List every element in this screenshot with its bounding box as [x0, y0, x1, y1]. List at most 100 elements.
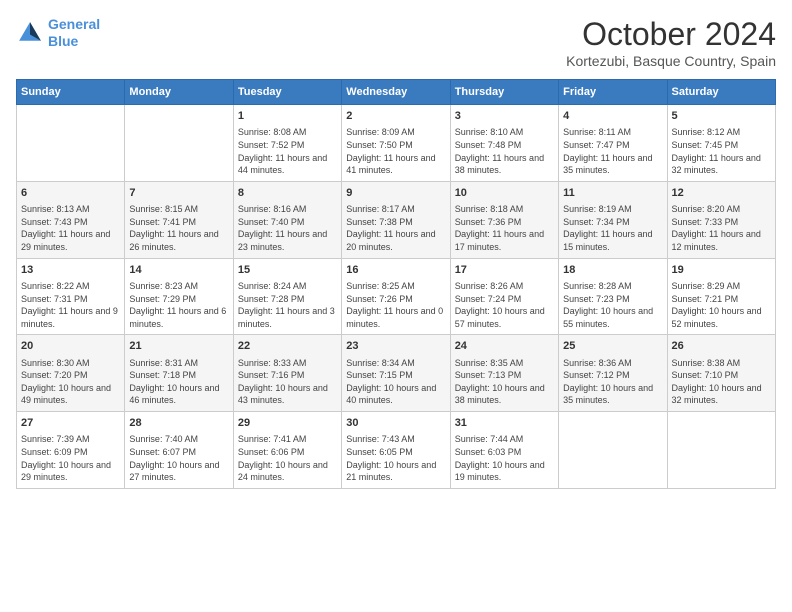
day-info: Sunrise: 7:40 AM Sunset: 6:07 PM Dayligh… [129, 433, 228, 483]
calendar-cell: 28Sunrise: 7:40 AM Sunset: 6:07 PM Dayli… [125, 412, 233, 489]
calendar-cell [667, 412, 775, 489]
day-number: 8 [238, 186, 337, 201]
col-header-thursday: Thursday [450, 80, 558, 105]
logo-text: General Blue [48, 16, 100, 50]
page-header: General Blue October 2024 Kortezubi, Bas… [16, 16, 776, 69]
calendar-cell: 15 Sunrise: 8:24 AM Sunset: 7:28 PM Dayli… [233, 258, 341, 335]
calendar-cell: 8Sunrise: 8:16 AM Sunset: 7:40 PM Daylig… [233, 181, 341, 258]
day-number: 29 [238, 416, 337, 431]
calendar-cell: 27 Sunrise: 7:39 AM Sunset: 6:09 PM Dayli… [17, 412, 125, 489]
calendar-cell: 7 Sunrise: 8:15 AM Sunset: 7:41 PM Daylig… [125, 181, 233, 258]
logo: General Blue [16, 16, 100, 50]
day-info: Sunrise: 8:10 AM Sunset: 7:48 PM Dayligh… [455, 126, 554, 176]
col-header-monday: Monday [125, 80, 233, 105]
day-info: Sunrise: 8:31 AM Sunset: 7:18 PM Dayligh… [129, 357, 228, 407]
day-number: 7 [129, 186, 228, 201]
calendar-cell: 4 Sunrise: 8:11 AM Sunset: 7:47 PM Daylig… [559, 105, 667, 182]
calendar-week-row: 20Sunrise: 8:30 AM Sunset: 7:20 PM Dayli… [17, 335, 776, 412]
calendar-cell: 5Sunrise: 8:12 AM Sunset: 7:45 PM Daylig… [667, 105, 775, 182]
day-info: Sunrise: 7:43 AM Sunset: 6:05 PM Dayligh… [346, 433, 445, 483]
calendar-cell: 30 Sunrise: 7:43 AM Sunset: 6:05 PM Dayli… [342, 412, 450, 489]
day-number: 2 [346, 109, 445, 124]
calendar-cell: 6Sunrise: 8:13 AM Sunset: 7:43 PM Daylig… [17, 181, 125, 258]
day-number: 22 [238, 339, 337, 354]
day-number: 16 [346, 263, 445, 278]
day-info: Sunrise: 8:12 AM Sunset: 7:45 PM Dayligh… [672, 126, 771, 176]
calendar-cell: 22 Sunrise: 8:33 AM Sunset: 7:16 PM Dayli… [233, 335, 341, 412]
day-number: 6 [21, 186, 120, 201]
day-info: Sunrise: 8:19 AM Sunset: 7:34 PM Dayligh… [563, 203, 662, 253]
day-number: 18 [563, 263, 662, 278]
calendar-cell: 10Sunrise: 8:18 AM Sunset: 7:36 PM Dayli… [450, 181, 558, 258]
day-info: Sunrise: 8:29 AM Sunset: 7:21 PM Dayligh… [672, 280, 771, 330]
day-number: 30 [346, 416, 445, 431]
calendar-cell [125, 105, 233, 182]
col-header-sunday: Sunday [17, 80, 125, 105]
calendar-week-row: 1Sunrise: 8:08 AM Sunset: 7:52 PM Daylig… [17, 105, 776, 182]
calendar-cell: 20Sunrise: 8:30 AM Sunset: 7:20 PM Dayli… [17, 335, 125, 412]
day-number: 23 [346, 339, 445, 354]
calendar-cell: 18 Sunrise: 8:28 AM Sunset: 7:23 PM Dayli… [559, 258, 667, 335]
calendar-cell: 12Sunrise: 8:20 AM Sunset: 7:33 PM Dayli… [667, 181, 775, 258]
day-number: 19 [672, 263, 771, 278]
day-info: Sunrise: 8:24 AM Sunset: 7:28 PM Dayligh… [238, 280, 337, 330]
day-number: 24 [455, 339, 554, 354]
day-info: Sunrise: 8:22 AM Sunset: 7:31 PM Dayligh… [21, 280, 120, 330]
col-header-saturday: Saturday [667, 80, 775, 105]
col-header-wednesday: Wednesday [342, 80, 450, 105]
day-info: Sunrise: 8:23 AM Sunset: 7:29 PM Dayligh… [129, 280, 228, 330]
calendar-cell: 26 Sunrise: 8:38 AM Sunset: 7:10 PM Dayli… [667, 335, 775, 412]
day-info: Sunrise: 8:34 AM Sunset: 7:15 PM Dayligh… [346, 357, 445, 407]
day-info: Sunrise: 8:20 AM Sunset: 7:33 PM Dayligh… [672, 203, 771, 253]
day-info: Sunrise: 8:09 AM Sunset: 7:50 PM Dayligh… [346, 126, 445, 176]
calendar-cell: 3Sunrise: 8:10 AM Sunset: 7:48 PM Daylig… [450, 105, 558, 182]
calendar-cell: 9Sunrise: 8:17 AM Sunset: 7:38 PM Daylig… [342, 181, 450, 258]
day-number: 11 [563, 186, 662, 201]
day-info: Sunrise: 8:15 AM Sunset: 7:41 PM Dayligh… [129, 203, 228, 253]
day-number: 9 [346, 186, 445, 201]
calendar-cell: 13 Sunrise: 8:22 AM Sunset: 7:31 PM Dayli… [17, 258, 125, 335]
calendar-cell: 24 Sunrise: 8:35 AM Sunset: 7:13 PM Dayli… [450, 335, 558, 412]
day-info: Sunrise: 8:26 AM Sunset: 7:24 PM Dayligh… [455, 280, 554, 330]
day-number: 10 [455, 186, 554, 201]
day-number: 27 [21, 416, 120, 431]
col-header-friday: Friday [559, 80, 667, 105]
calendar-table: SundayMondayTuesdayWednesdayThursdayFrid… [16, 79, 776, 489]
calendar-week-row: 6Sunrise: 8:13 AM Sunset: 7:43 PM Daylig… [17, 181, 776, 258]
day-info: Sunrise: 8:38 AM Sunset: 7:10 PM Dayligh… [672, 357, 771, 407]
day-info: Sunrise: 7:39 AM Sunset: 6:09 PM Dayligh… [21, 433, 120, 483]
calendar-week-row: 27 Sunrise: 7:39 AM Sunset: 6:09 PM Dayli… [17, 412, 776, 489]
day-number: 25 [563, 339, 662, 354]
calendar-cell: 14 Sunrise: 8:23 AM Sunset: 7:29 PM Dayli… [125, 258, 233, 335]
day-number: 31 [455, 416, 554, 431]
calendar-cell [17, 105, 125, 182]
calendar-cell: 2 Sunrise: 8:09 AM Sunset: 7:50 PM Daylig… [342, 105, 450, 182]
logo-icon [16, 19, 44, 47]
month-title: October 2024 [566, 16, 776, 53]
day-info: Sunrise: 8:08 AM Sunset: 7:52 PM Dayligh… [238, 126, 337, 176]
calendar-header-row: SundayMondayTuesdayWednesdayThursdayFrid… [17, 80, 776, 105]
calendar-cell: 31 Sunrise: 7:44 AM Sunset: 6:03 PM Dayli… [450, 412, 558, 489]
day-info: Sunrise: 8:28 AM Sunset: 7:23 PM Dayligh… [563, 280, 662, 330]
day-info: Sunrise: 8:30 AM Sunset: 7:20 PM Dayligh… [21, 357, 120, 407]
day-info: Sunrise: 7:44 AM Sunset: 6:03 PM Dayligh… [455, 433, 554, 483]
calendar-cell: 25Sunrise: 8:36 AM Sunset: 7:12 PM Dayli… [559, 335, 667, 412]
day-info: Sunrise: 8:25 AM Sunset: 7:26 PM Dayligh… [346, 280, 445, 330]
day-info: Sunrise: 7:41 AM Sunset: 6:06 PM Dayligh… [238, 433, 337, 483]
calendar-cell: 17Sunrise: 8:26 AM Sunset: 7:24 PM Dayli… [450, 258, 558, 335]
day-number: 26 [672, 339, 771, 354]
calendar-cell: 29 Sunrise: 7:41 AM Sunset: 6:06 PM Dayli… [233, 412, 341, 489]
calendar-cell: 1Sunrise: 8:08 AM Sunset: 7:52 PM Daylig… [233, 105, 341, 182]
day-info: Sunrise: 8:33 AM Sunset: 7:16 PM Dayligh… [238, 357, 337, 407]
calendar-cell: 21Sunrise: 8:31 AM Sunset: 7:18 PM Dayli… [125, 335, 233, 412]
day-number: 15 [238, 263, 337, 278]
day-number: 14 [129, 263, 228, 278]
title-block: October 2024 Kortezubi, Basque Country, … [566, 16, 776, 69]
calendar-week-row: 13 Sunrise: 8:22 AM Sunset: 7:31 PM Dayli… [17, 258, 776, 335]
calendar-cell [559, 412, 667, 489]
calendar-cell: 23 Sunrise: 8:34 AM Sunset: 7:15 PM Dayli… [342, 335, 450, 412]
day-info: Sunrise: 8:11 AM Sunset: 7:47 PM Dayligh… [563, 126, 662, 176]
day-number: 13 [21, 263, 120, 278]
day-number: 4 [563, 109, 662, 124]
day-info: Sunrise: 8:35 AM Sunset: 7:13 PM Dayligh… [455, 357, 554, 407]
